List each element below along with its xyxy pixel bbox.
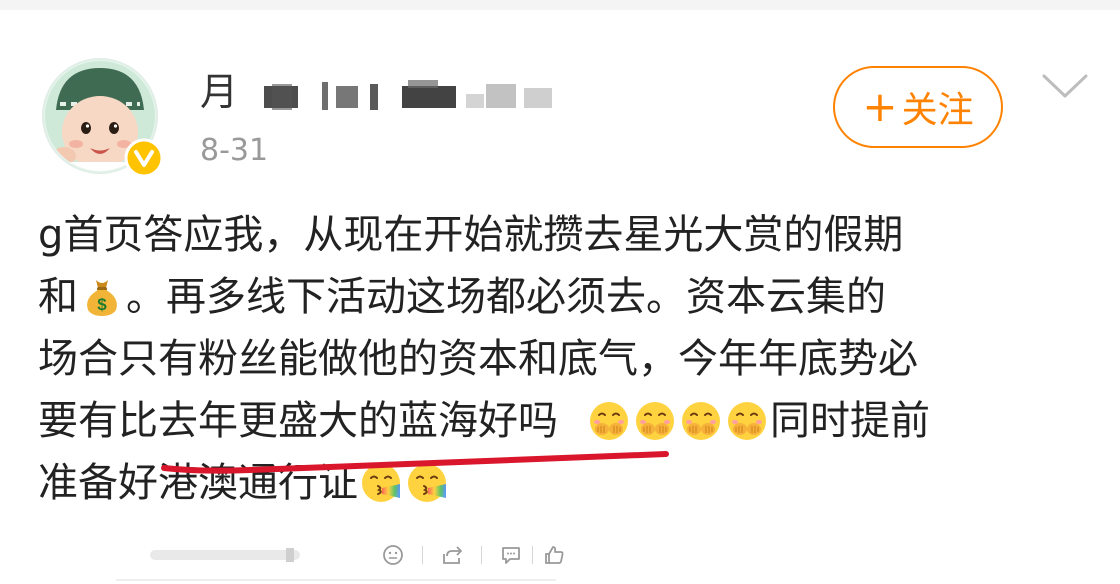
divider [532, 546, 533, 564]
post-text: g首页答应我，从现在开始就攒去星光大赏的假期 [38, 212, 904, 258]
post-text: 场合只有粉丝能做他的资本和底气，今年年底势必 [38, 336, 918, 382]
divider [481, 546, 482, 564]
plus-icon: + [862, 82, 898, 131]
chevron-down-icon[interactable] [1040, 70, 1090, 100]
face-icon[interactable] [380, 542, 406, 568]
footer-divider [116, 579, 556, 581]
post-text: 同时提前 [770, 398, 930, 444]
verified-v-badge-icon [124, 138, 164, 178]
cover-mouth-face-emoji [680, 398, 722, 440]
cover-mouth-face-emoji [634, 398, 676, 440]
comment-icon[interactable] [498, 542, 524, 568]
post-timestamp: 8-31 [200, 133, 269, 168]
post-text: 要有比去年更盛大的蓝海好吗 [38, 398, 558, 444]
username-redaction [252, 74, 562, 116]
money-bag-emoji: $ [80, 274, 124, 318]
follow-button[interactable]: + 关注 [833, 66, 1003, 148]
share-icon[interactable] [439, 542, 465, 568]
post-text: 和 [38, 274, 78, 320]
like-icon[interactable] [541, 542, 567, 568]
svg-text:$: $ [97, 295, 107, 314]
post-line-5: 准备好港澳通行证 [38, 452, 1098, 514]
username-text: 月 [200, 70, 239, 114]
action-bar [380, 541, 567, 569]
follow-button-label: 关注 [901, 90, 974, 131]
post-text: 。再多线下活动这场都必须去。资本云集的 [126, 274, 886, 320]
divider [422, 546, 423, 564]
rainbow-kiss-face-emoji [360, 460, 402, 502]
rainbow-kiss-face-emoji [406, 460, 448, 502]
post-line-3: 场合只有粉丝能做他的资本和底气，今年年底势必 [38, 328, 1098, 390]
post-body: g首页答应我，从现在开始就攒去星光大赏的假期 和 $ 。再多线下活动这场都必须去… [38, 204, 1098, 514]
post-text: 准备好港澳通行证 [38, 460, 358, 506]
username[interactable]: 月 [200, 70, 238, 114]
top-divider [0, 0, 1120, 10]
post-line-2: 和 $ 。再多线下活动这场都必须去。资本云集的 [38, 266, 1098, 328]
cover-mouth-face-emoji [588, 398, 630, 440]
cover-mouth-face-emoji [726, 398, 768, 440]
footer-source-redaction [150, 546, 300, 564]
post-line-4: 要有比去年更盛大的蓝海好吗 同时提前 [38, 390, 1098, 452]
post-line-1: g首页答应我，从现在开始就攒去星光大赏的假期 [38, 204, 1098, 266]
